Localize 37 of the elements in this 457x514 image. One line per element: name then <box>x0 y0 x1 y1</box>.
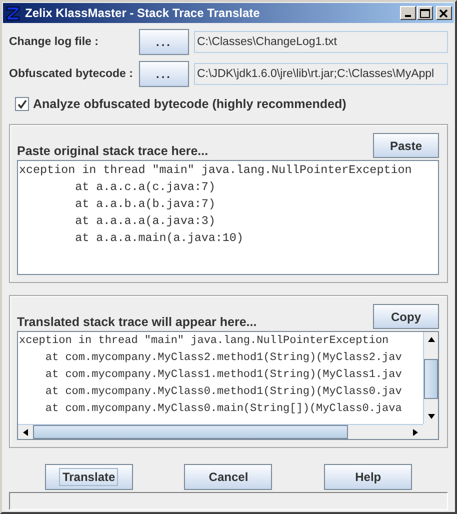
dialog-button[interactable]: Cancel <box>184 464 272 490</box>
maximize-icon <box>420 8 430 18</box>
trace-line: xception in thread "main" java.lang.NullPointerException <box>19 334 389 349</box>
trace-line: at com.mycompany.MyClass0.main(String[])(MyClass0.java <box>44 402 402 417</box>
stack-trace-input[interactable]: xception in thread "main" java.lang.NullPointerException at a.a.c.a(c.java:7) at a.a.b.a(b.java:7) at a.a.a.a(a.java:3) at a.a.a.main(a.java:10) <box>17 160 439 275</box>
checkbox-label: Analyze obfuscated bytecode (highly recommended) <box>33 97 346 111</box>
browse-button[interactable]: ... <box>139 61 189 87</box>
trace-line: at a.a.c.a(c.java:7) <box>74 179 216 196</box>
maximize-button[interactable] <box>417 6 433 20</box>
vertical-scrollbar[interactable] <box>423 332 438 424</box>
trace-line: at a.a.b.a(b.java:7) <box>74 196 216 213</box>
panel-label: Paste original stack trace here... <box>17 144 208 158</box>
trace-line: at com.mycompany.MyClass1.method1(String)(MyClass1.jav <box>44 368 402 383</box>
trace-line: xception in thread "main" java.lang.NullPointerException <box>19 162 412 179</box>
field-label: Obfuscated bytecode : <box>9 68 134 80</box>
minimize-icon <box>405 15 411 17</box>
field-label: Change log file : <box>9 36 100 48</box>
path-field[interactable]: C:\Classes\ChangeLog1.txt <box>194 31 448 53</box>
trace-line: at a.a.a.a(a.java:3) <box>74 213 216 230</box>
dialog-button[interactable]: Help <box>324 464 412 490</box>
path-field[interactable]: C:\JDK\jdk1.6.0\jre\lib\rt.jar;C:\Classes\MyAppl <box>194 63 448 85</box>
window-title: Zelix KlassMaster - Stack Trace Translate <box>25 6 261 20</box>
trace-line: at a.a.a.main(a.java:10) <box>74 230 244 247</box>
close-button[interactable] <box>436 6 452 20</box>
close-icon <box>439 8 449 18</box>
copy-button[interactable]: Copy <box>373 304 439 329</box>
paste-button[interactable]: Paste <box>373 133 439 158</box>
checkbox[interactable] <box>15 97 29 111</box>
panel-label: Translated stack trace will appear here... <box>17 315 257 329</box>
app-logo-icon <box>5 5 21 21</box>
minimize-button[interactable] <box>400 6 416 20</box>
browse-button[interactable]: ... <box>139 29 189 55</box>
trace-line: at com.mycompany.MyClass2.method1(String)(MyClass2.jav <box>44 351 402 366</box>
horizontal-scrollbar[interactable] <box>18 424 423 439</box>
stack-trace-output[interactable] <box>17 331 439 440</box>
trace-line: at com.mycompany.MyClass0.method1(String)(MyClass0.jav <box>44 385 402 400</box>
dialog-button[interactable]: Translate <box>44 464 133 490</box>
